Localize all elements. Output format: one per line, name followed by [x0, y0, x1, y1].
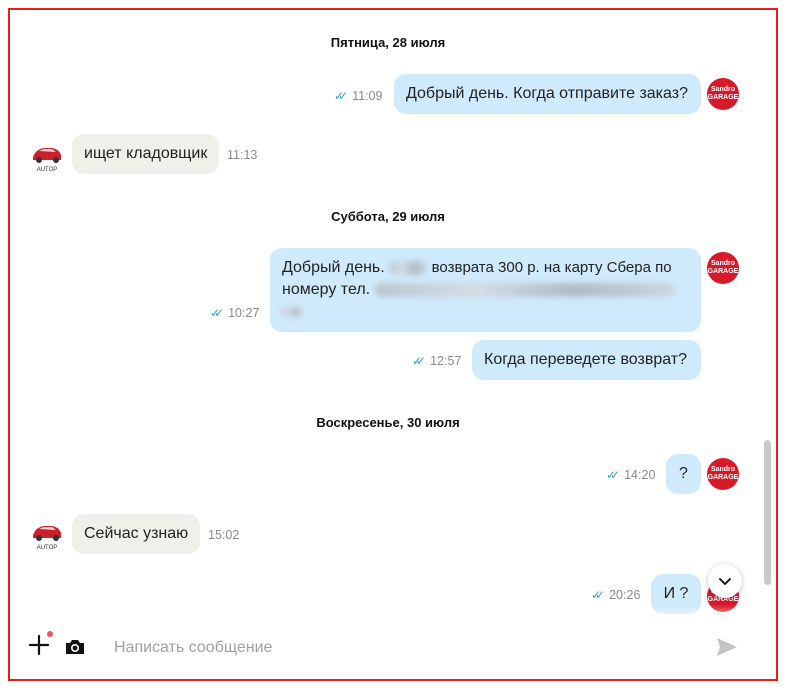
shop-avatar-label: AUTOP	[37, 545, 58, 551]
attach-plus-icon[interactable]	[28, 634, 50, 656]
date-separator: Воскресенье, 30 июля	[316, 415, 460, 430]
message-input[interactable]	[112, 635, 676, 661]
message-time: 12:57	[430, 354, 462, 368]
message-time: 11:09	[352, 89, 383, 103]
redacted-text	[374, 282, 675, 297]
message-meta: 15:02	[208, 528, 239, 542]
message-text: И ?	[663, 585, 689, 602]
read-check-icon: ✓✓	[606, 468, 620, 482]
message-time: 11:13	[227, 148, 258, 162]
message-bubble-outgoing[interactable]: Добрый день. возврата 300 р. на карту Сб…	[270, 248, 701, 332]
message-meta: ✓✓ 12:57	[412, 354, 461, 368]
message-text-line: номеру тел.	[282, 279, 689, 301]
seller-avatar[interactable]: Sandro GARAGE	[707, 458, 739, 490]
message-bubble-outgoing[interactable]: ?	[666, 454, 701, 494]
message-list[interactable]: Пятница, 28 июля ✓✓ 11:09 Добрый день. К…	[10, 10, 771, 625]
shop-avatar-icon[interactable]: AUTOP	[30, 518, 64, 552]
message-bubble-incoming[interactable]: Сейчас узнаю	[72, 514, 200, 554]
read-check-icon: ✓✓	[334, 89, 348, 103]
message-meta: ✓✓ 20:26	[591, 588, 640, 602]
redacted-text	[389, 260, 428, 275]
seller-avatar[interactable]: Sandro GARAGE	[707, 78, 739, 110]
message-time: 10:27	[228, 306, 260, 320]
message-meta: ✓✓ 11:09	[334, 89, 382, 103]
message-text-line: Добрый день. возврата 300 р. на карту Сб…	[282, 259, 672, 276]
chevron-down-icon	[719, 578, 731, 585]
message-text: ищет кладовщик	[84, 145, 208, 162]
message-text: Добрый день. Когда отправите заказ?	[406, 85, 688, 102]
message-bubble-incoming[interactable]: ищет кладовщик	[72, 134, 219, 174]
message-meta: 11:13	[227, 148, 257, 162]
message-time: 15:02	[208, 528, 240, 542]
message-bubble-outgoing[interactable]: Добрый день. Когда отправите заказ?	[394, 74, 701, 114]
message-time: 20:26	[609, 588, 641, 602]
shop-avatar-label: AUTOP	[37, 167, 58, 173]
notification-dot	[47, 631, 53, 637]
chat-window: Пятница, 28 июля ✓✓ 11:09 Добрый день. К…	[8, 8, 778, 681]
message-meta: ✓✓ 10:27	[210, 306, 259, 320]
send-icon[interactable]	[716, 637, 738, 657]
scrollbar-thumb[interactable]	[764, 440, 771, 585]
shop-avatar-icon[interactable]: AUTOP	[30, 140, 64, 174]
message-text: Когда переведете возврат?	[484, 351, 687, 368]
redacted-text	[282, 306, 302, 317]
seller-avatar[interactable]: Sandro GARAGE	[707, 252, 739, 284]
message-time: 14:20	[624, 468, 656, 482]
date-separator: Суббота, 29 июля	[331, 209, 445, 224]
message-text-line	[282, 301, 689, 323]
read-check-icon: ✓✓	[591, 588, 605, 602]
message-bubble-outgoing[interactable]: Когда переведете возврат?	[472, 340, 701, 380]
message-meta: ✓✓ 14:20	[606, 468, 655, 482]
date-separator: Пятница, 28 июля	[330, 35, 446, 50]
camera-icon[interactable]	[64, 638, 86, 656]
message-text: ?	[679, 465, 688, 482]
read-check-icon: ✓✓	[210, 306, 224, 320]
message-text: Сейчас узнаю	[84, 525, 189, 542]
scroll-to-bottom-button[interactable]	[708, 564, 742, 598]
read-check-icon: ✓✓	[412, 354, 426, 368]
